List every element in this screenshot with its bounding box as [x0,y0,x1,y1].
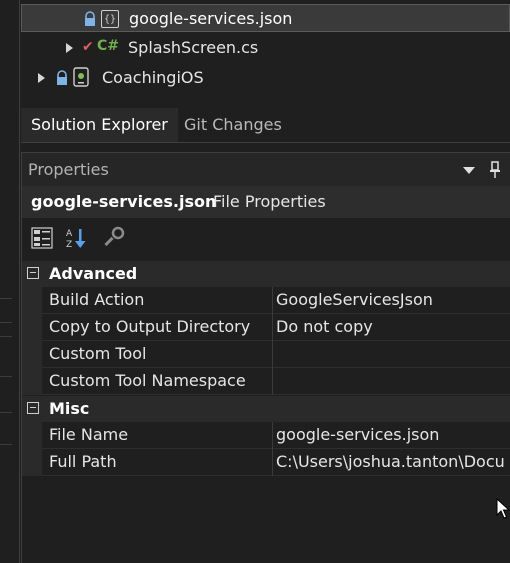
category-label: Misc [49,399,90,418]
property-value[interactable]: google-services.json [276,425,510,444]
json-file-icon: {} [101,10,119,28]
solution-tree: {} google-services.json ✔ C# SplashScree… [21,0,510,100]
property-value[interactable]: C:\Users\joshua.tanton\Docu [276,452,510,471]
svg-text:Z: Z [66,240,72,250]
properties-title: Properties [28,160,109,179]
lock-icon [85,11,95,26]
panel-divider [19,0,20,563]
left-strip-divider [0,322,12,323]
category-misc[interactable]: Misc [22,396,510,422]
expand-arrow-icon[interactable] [66,43,73,53]
tree-item-google-services[interactable]: {} google-services.json [21,4,510,32]
left-strip-divider [0,412,12,413]
svg-text:A: A [66,229,73,239]
pin-icon[interactable] [489,161,501,179]
properties-panel: Properties google-services.json File Pro… [21,152,510,563]
tree-item-label: google-services.json [129,9,293,28]
selected-object-header[interactable]: google-services.json File Properties [22,186,510,218]
tab-git-changes[interactable]: Git Changes [174,108,292,142]
property-name: Copy to Output Directory [49,317,251,336]
property-row[interactable]: Custom Tool [22,341,510,368]
property-name: Custom Tool [49,344,147,363]
category-advanced[interactable]: Advanced [22,261,510,287]
alphabetical-sort-icon[interactable]: A Z [65,226,89,250]
left-strip-divider [0,376,12,377]
chevron-down-icon[interactable] [463,167,475,174]
property-row[interactable]: File Name google-services.json [22,422,510,449]
csharp-file-icon: C# [97,38,120,54]
tree-item-label: CoachingiOS [102,68,204,87]
panel-tabs: Solution Explorer Git Changes [21,108,510,143]
tree-item-label: SplashScreen.cs [128,38,259,57]
property-row[interactable]: Copy to Output Directory Do not copy [22,314,510,341]
property-name: Build Action [49,290,145,309]
expand-arrow-icon[interactable] [38,73,45,83]
object-name: google-services.json [31,192,217,211]
tab-solution-explorer[interactable]: Solution Explorer [21,108,178,142]
property-value[interactable]: Do not copy [276,317,510,336]
object-type: File Properties [213,192,326,211]
left-edge-strip [0,0,20,563]
property-row[interactable]: Full Path C:\Users\joshua.tanton\Docu [22,449,510,476]
collapse-icon[interactable] [27,267,39,279]
category-label: Advanced [49,264,138,283]
mouse-cursor-icon [496,498,510,519]
property-pages-icon[interactable] [102,226,126,250]
properties-title-bar: Properties [22,152,510,186]
ios-project-icon [73,67,89,87]
property-name: Full Path [49,452,117,471]
collapse-icon[interactable] [27,402,39,414]
property-value[interactable]: GoogleServicesJson [276,290,510,309]
property-name: File Name [49,425,129,444]
categorized-icon[interactable] [30,226,54,250]
lock-icon [57,70,67,85]
property-row[interactable]: Custom Tool Namespace [22,368,510,395]
left-strip-divider [0,298,12,299]
property-row[interactable]: Build Action GoogleServicesJson [22,287,510,314]
checkmark-icon: ✔ [82,39,94,55]
left-strip-divider [0,336,12,337]
property-name: Custom Tool Namespace [49,371,246,390]
left-strip-divider [0,444,12,445]
tree-item-coachingios[interactable]: CoachingiOS [21,64,510,92]
tree-item-splashscreen[interactable]: ✔ C# SplashScreen.cs [21,34,510,62]
properties-toolbar: A Z [22,218,510,256]
